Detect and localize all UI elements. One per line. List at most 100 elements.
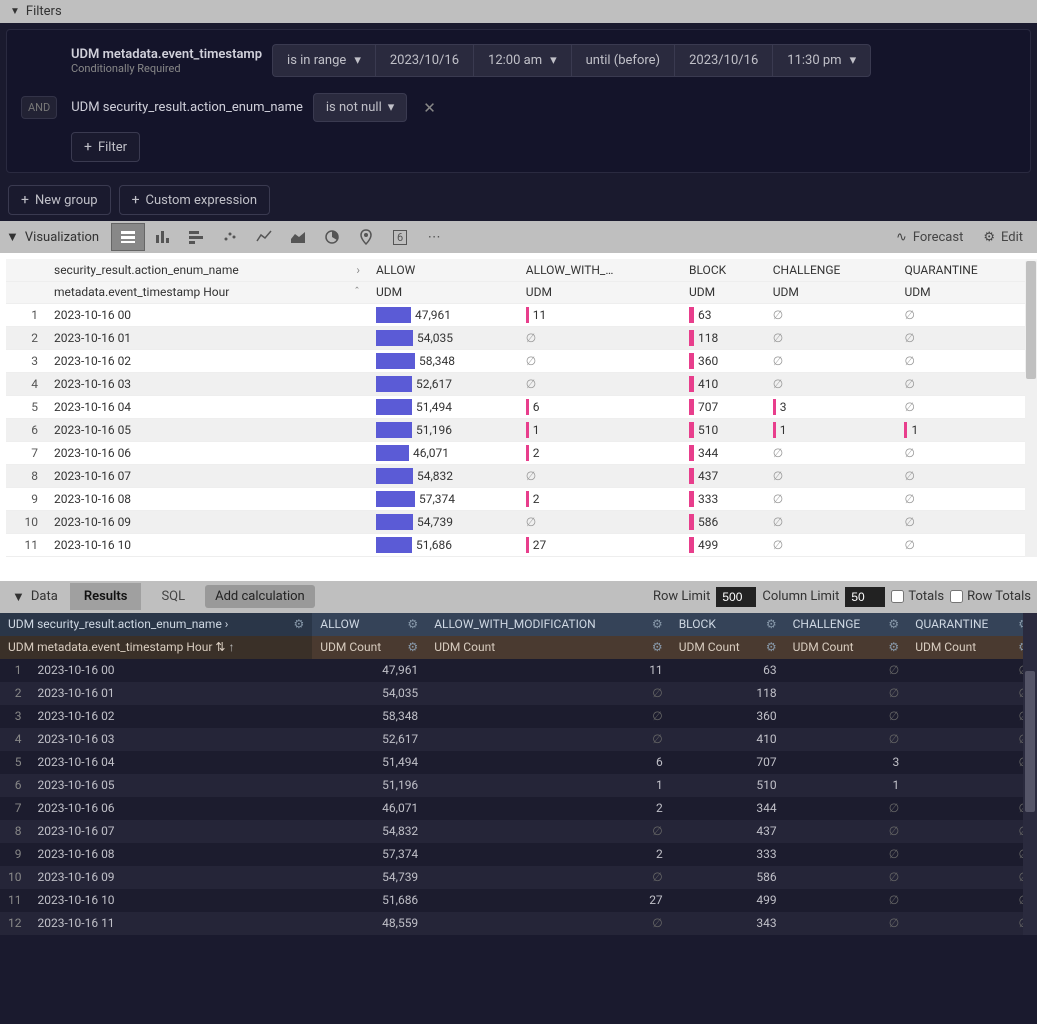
cell[interactable]: ∅ xyxy=(426,682,671,705)
cell[interactable]: 437 xyxy=(671,820,785,843)
new-group-button[interactable]: + New group xyxy=(8,185,111,215)
cell[interactable]: ∅ xyxy=(785,889,908,912)
cell[interactable]: ∅ xyxy=(896,464,1037,487)
gear-icon[interactable]: ⚙ xyxy=(766,617,777,631)
cell[interactable]: 2023-10-16 09 xyxy=(46,510,368,533)
cell[interactable]: 9 xyxy=(0,843,30,866)
cell[interactable]: ∅ xyxy=(765,372,897,395)
cell[interactable]: ∅ xyxy=(896,395,1037,418)
tab-results[interactable]: Results xyxy=(70,583,142,610)
cell[interactable]: 27 xyxy=(426,889,671,912)
pivot-header[interactable]: security_result.action_enum_name› xyxy=(46,259,368,281)
cell[interactable]: 2023-10-16 04 xyxy=(46,395,368,418)
cell[interactable]: 499 xyxy=(681,533,765,556)
cell[interactable]: ∅ xyxy=(518,372,681,395)
cell[interactable]: 2023-10-16 07 xyxy=(30,820,313,843)
cell[interactable]: 6 xyxy=(0,774,30,797)
cell[interactable]: 51,196 xyxy=(368,418,518,441)
cell[interactable]: 51,494 xyxy=(312,751,426,774)
gear-icon[interactable]: ⚙ xyxy=(294,617,305,631)
cell[interactable]: 360 xyxy=(681,349,765,372)
cell[interactable]: ∅ xyxy=(785,728,908,751)
cell[interactable]: 54,739 xyxy=(368,510,518,533)
cell[interactable]: 2023-10-16 10 xyxy=(30,889,313,912)
cell[interactable]: 1 xyxy=(0,659,30,682)
col-quarantine[interactable]: QUARANTINE xyxy=(896,259,1037,281)
cell[interactable]: 118 xyxy=(671,682,785,705)
data-measure-4[interactable]: UDM Count⚙ xyxy=(907,636,1037,659)
edit-button[interactable]: ⚙ Edit xyxy=(975,226,1031,249)
cell[interactable]: ∅ xyxy=(426,728,671,751)
data-scrollbar[interactable] xyxy=(1023,613,1037,935)
cell[interactable]: 27 xyxy=(518,533,681,556)
cell[interactable]: 54,739 xyxy=(312,866,426,889)
cell[interactable]: 2023-10-16 03 xyxy=(46,372,368,395)
gear-icon[interactable]: ⚙ xyxy=(652,617,663,631)
cell[interactable]: ∅ xyxy=(907,728,1037,751)
cell[interactable]: ∅ xyxy=(907,843,1037,866)
gear-icon[interactable]: ⚙ xyxy=(766,640,777,654)
cell[interactable]: 51,686 xyxy=(312,889,426,912)
cell[interactable]: 5 xyxy=(6,395,46,418)
cell[interactable]: ∅ xyxy=(426,705,671,728)
row-dim-header[interactable]: metadata.event_timestamp Hourˆ xyxy=(46,281,368,303)
data-col-4[interactable]: QUARANTINE⚙ xyxy=(907,613,1037,636)
cell[interactable]: ∅ xyxy=(518,326,681,349)
cell[interactable]: ∅ xyxy=(785,705,908,728)
cell[interactable]: 7 xyxy=(0,797,30,820)
area-viz-icon[interactable] xyxy=(281,223,315,251)
cell[interactable]: 48,559 xyxy=(312,912,426,935)
scrollbar-thumb[interactable] xyxy=(1026,261,1036,379)
col-challenge[interactable]: CHALLENGE xyxy=(765,259,897,281)
cell[interactable]: 343 xyxy=(671,912,785,935)
cell[interactable]: 2023-10-16 07 xyxy=(46,464,368,487)
filter-op-2[interactable]: is not null▾ xyxy=(313,93,407,122)
cell[interactable]: 2023-10-16 08 xyxy=(46,487,368,510)
gear-icon[interactable]: ⚙ xyxy=(888,640,899,654)
cell[interactable]: 1 xyxy=(765,418,897,441)
cell[interactable]: 51,686 xyxy=(368,533,518,556)
cell[interactable]: 1 xyxy=(907,774,1037,797)
cell[interactable]: 3 xyxy=(765,395,897,418)
more-viz-icon[interactable]: ⋯ xyxy=(417,223,451,251)
cell[interactable]: 2023-10-16 11 xyxy=(30,912,313,935)
tab-sql[interactable]: SQL xyxy=(147,583,199,610)
data-col-1[interactable]: ALLOW_WITH_MODIFICATION⚙ xyxy=(426,613,671,636)
cell[interactable]: ∅ xyxy=(518,510,681,533)
cell[interactable]: 2023-10-16 00 xyxy=(30,659,313,682)
cell[interactable]: 2023-10-16 04 xyxy=(30,751,313,774)
gear-icon[interactable]: ⚙ xyxy=(888,617,899,631)
cell[interactable]: ∅ xyxy=(765,533,897,556)
cell[interactable]: 2023-10-16 06 xyxy=(30,797,313,820)
cell[interactable]: 2023-10-16 01 xyxy=(46,326,368,349)
cell[interactable]: ∅ xyxy=(785,866,908,889)
cell[interactable]: 10 xyxy=(6,510,46,533)
cell[interactable]: ∅ xyxy=(896,326,1037,349)
table-viz-icon[interactable] xyxy=(111,223,145,251)
cell[interactable]: 510 xyxy=(681,418,765,441)
cell[interactable]: ∅ xyxy=(907,889,1037,912)
cell[interactable]: 6 xyxy=(426,751,671,774)
cell[interactable]: ∅ xyxy=(907,912,1037,935)
cell[interactable]: 7 xyxy=(6,441,46,464)
cell[interactable]: 2 xyxy=(426,797,671,820)
cell[interactable]: 333 xyxy=(681,487,765,510)
cell[interactable]: 2 xyxy=(518,441,681,464)
totals-checkbox[interactable]: Totals xyxy=(891,589,944,604)
cell[interactable]: 707 xyxy=(671,751,785,774)
data-col-2[interactable]: BLOCK⚙ xyxy=(671,613,785,636)
data-measure-2[interactable]: UDM Count⚙ xyxy=(671,636,785,659)
cell[interactable]: 2 xyxy=(0,682,30,705)
data-toggle[interactable]: ▼ Data xyxy=(6,585,64,609)
viz-scrollbar[interactable] xyxy=(1025,261,1037,557)
col-limit-input[interactable] xyxy=(845,587,885,607)
cell[interactable]: 410 xyxy=(681,372,765,395)
cell[interactable]: ∅ xyxy=(896,303,1037,326)
cell[interactable]: 1 xyxy=(518,418,681,441)
cell[interactable]: ∅ xyxy=(907,705,1037,728)
cell[interactable]: ∅ xyxy=(765,464,897,487)
cell[interactable]: 57,374 xyxy=(368,487,518,510)
cell[interactable]: 344 xyxy=(681,441,765,464)
data-pivot-header[interactable]: UDM security_result.action_enum_name › ⚙ xyxy=(0,613,312,636)
cell[interactable]: ∅ xyxy=(896,510,1037,533)
